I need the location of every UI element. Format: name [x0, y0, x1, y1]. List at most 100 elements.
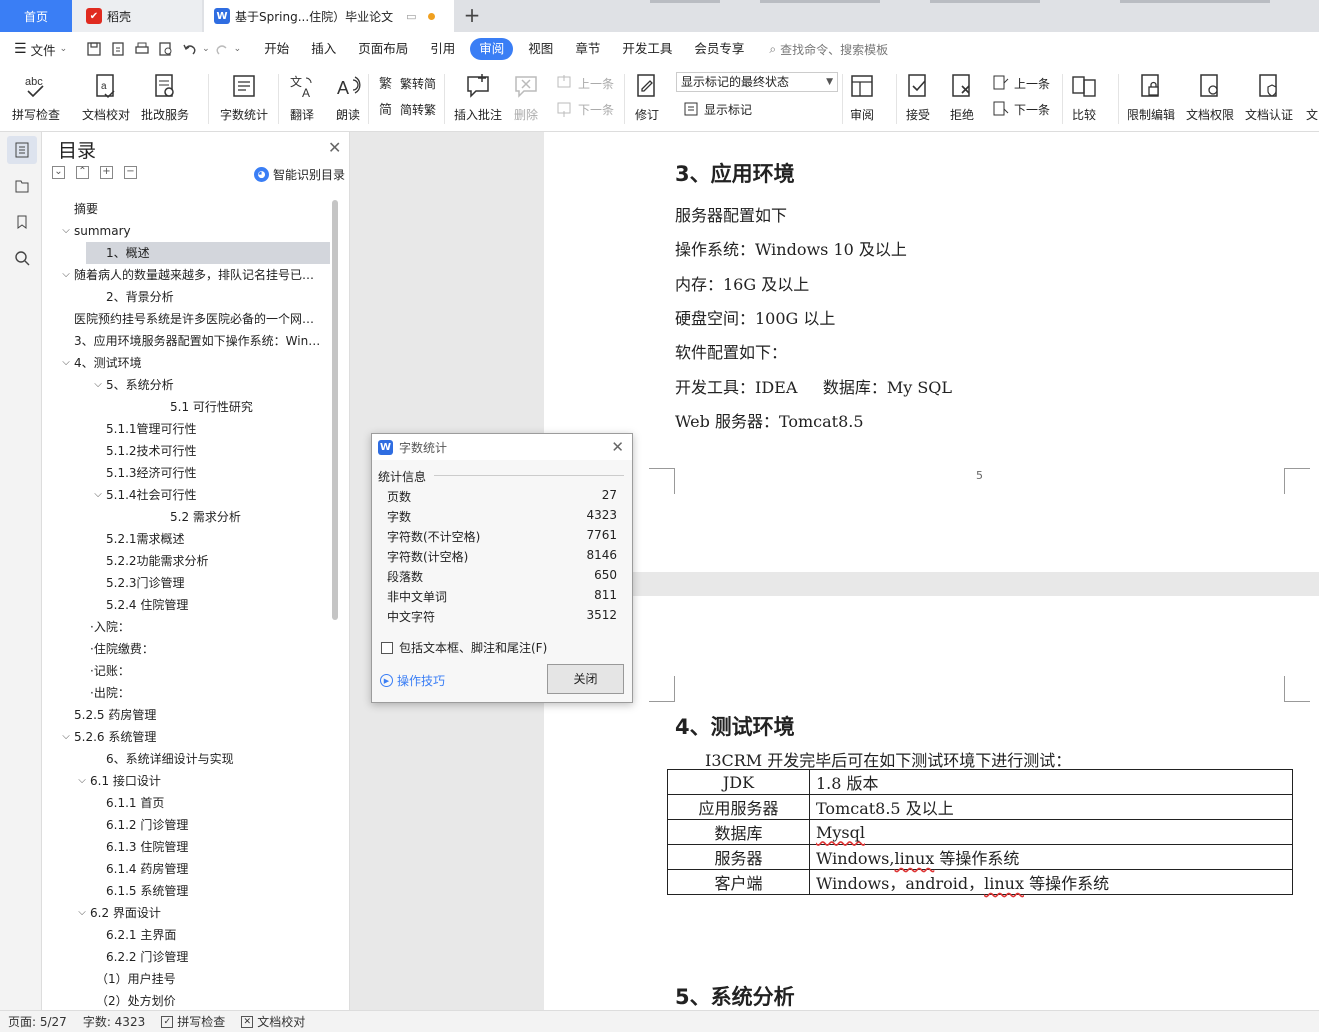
- ribbon-overflow[interactable]: 文: [1306, 72, 1319, 123]
- tab-docer[interactable]: ✔ 稻壳: [72, 0, 202, 32]
- add-heading-icon[interactable]: +: [100, 166, 113, 179]
- word-count-indicator[interactable]: 字数: 4323: [75, 1013, 153, 1030]
- doc-certify-button[interactable]: 文档认证: [1245, 72, 1293, 123]
- prev-change-button[interactable]: 上一条: [992, 74, 1050, 92]
- menu-insert[interactable]: 插入: [300, 38, 347, 60]
- toc-item[interactable]: 5.1 可行性研究: [42, 396, 330, 418]
- table-cell[interactable]: JDK: [667, 769, 810, 795]
- table-cell[interactable]: 应用服务器: [667, 794, 810, 820]
- restrict-edit-button[interactable]: 限制编辑: [1127, 72, 1175, 123]
- toc-item[interactable]: ·住院缴费：: [42, 638, 330, 660]
- expand-up-icon[interactable]: ⌃: [76, 166, 89, 179]
- toc-item[interactable]: 6、系统详细设计与实现: [42, 748, 330, 770]
- page-indicator[interactable]: 页面: 5/27: [0, 1013, 75, 1030]
- toc-item[interactable]: 6.1.3 住院管理: [42, 836, 330, 858]
- print-icon[interactable]: [133, 40, 151, 58]
- toc-item[interactable]: ⌵随着病人的数量越来越多，排队记名挂号已经不能满足医院的工作需要…: [42, 264, 330, 286]
- chevron-down-icon[interactable]: ⌵: [60, 264, 72, 286]
- markup-state-select[interactable]: 显示标记的最终状态 ▼: [676, 72, 838, 92]
- table-cell[interactable]: 数据库: [667, 819, 810, 845]
- toc-item[interactable]: 1、概述: [86, 242, 330, 264]
- toc-item[interactable]: 6.1.2 门诊管理: [42, 814, 330, 836]
- chevron-down-icon[interactable]: ⌵: [60, 352, 72, 374]
- menu-member[interactable]: 会员专享: [683, 38, 755, 60]
- track-changes-button[interactable]: 修订: [633, 72, 661, 123]
- dialog-titlebar[interactable]: W 字数统计: [372, 434, 632, 460]
- customize-quickbar-icon[interactable]: ⌄: [234, 44, 242, 54]
- table-cell[interactable]: Tomcat8.5 及以上: [809, 794, 1293, 820]
- next-comment-button[interactable]: 下一条: [556, 100, 614, 118]
- table-cell[interactable]: Windows，android，linux 等操作系统: [809, 869, 1293, 895]
- close-icon[interactable]: ✕: [611, 438, 624, 456]
- toc-item[interactable]: 6.2.2 门诊管理: [42, 946, 330, 968]
- doc-proofread-button[interactable]: a 文档校对: [82, 72, 130, 123]
- save-icon[interactable]: [85, 40, 103, 58]
- table-cell[interactable]: 客户端: [667, 869, 810, 895]
- toc-item[interactable]: ⌵ 4、测试环境: [42, 352, 330, 374]
- toc-item[interactable]: （1）用户挂号: [42, 968, 330, 990]
- tablet-icon[interactable]: ▭: [406, 10, 416, 23]
- toc-item[interactable]: ·出院：: [42, 682, 330, 704]
- toc-item[interactable]: 5.2.5 药房管理: [42, 704, 330, 726]
- table-cell[interactable]: Windows,linux 等操作系统: [809, 844, 1293, 870]
- undo-icon[interactable]: [181, 40, 199, 58]
- toc-item[interactable]: ⌵ 5.1.4社会可行性: [42, 484, 330, 506]
- show-markup-button[interactable]: 显示标记: [682, 100, 752, 118]
- toc-item[interactable]: ⌵ 6.1 接口设计: [42, 770, 330, 792]
- document-page[interactable]: 4、测试环境 I3CRM 开发完毕后可在如下测试环境下进行测试： JDK 1.8 …: [544, 596, 1319, 1010]
- toc-item[interactable]: 6.1.4 药房管理: [42, 858, 330, 880]
- toc-item[interactable]: 6.1.1 首页: [42, 792, 330, 814]
- close-button[interactable]: 关闭: [547, 664, 624, 694]
- chevron-down-icon[interactable]: ⌵: [92, 374, 104, 396]
- undo-dropdown-icon[interactable]: ⌄: [202, 44, 210, 54]
- chevron-down-icon[interactable]: ⌵: [60, 726, 72, 748]
- menu-references[interactable]: 引用: [419, 38, 466, 60]
- menu-start[interactable]: 开始: [253, 38, 300, 60]
- translate-button[interactable]: 文A 翻译: [288, 72, 316, 123]
- toc-item[interactable]: 摘要: [42, 198, 330, 220]
- toc-item[interactable]: ⌵ 6.2 界面设计: [42, 902, 330, 924]
- tab-document[interactable]: W 基于Spring...住院）毕业论文 ▭: [204, 0, 454, 32]
- toc-item[interactable]: 2、背景分析: [42, 286, 330, 308]
- word-count-button[interactable]: 字数统计: [220, 72, 268, 123]
- command-search[interactable]: ⌕ 查找命令、搜索模板: [755, 41, 888, 58]
- accept-button[interactable]: 接受: [904, 72, 932, 123]
- checkbox-box[interactable]: [381, 641, 393, 654]
- toc-item[interactable]: 5.1.3经济可行性: [42, 462, 330, 484]
- document-page[interactable]: 3、应用环境 服务器配置如下 操作系统：Windows 10 及以上 内存：16…: [544, 132, 1319, 572]
- reject-button[interactable]: 拒绝: [948, 72, 976, 123]
- export-pdf-icon[interactable]: [109, 40, 127, 58]
- toc-item[interactable]: 5.2.1需求概述: [42, 528, 330, 550]
- smart-toc-button[interactable]: ◕ 智能识别目录: [254, 166, 345, 183]
- table-cell[interactable]: 服务器: [667, 844, 810, 870]
- proofread-toggle[interactable]: ✕ 文档校对: [233, 1013, 313, 1030]
- toc-item[interactable]: 5.2.4 住院管理: [42, 594, 330, 616]
- chevron-down-icon[interactable]: ⌵: [92, 484, 104, 506]
- new-tab-button[interactable]: +: [460, 3, 484, 27]
- include-textbox-checkbox[interactable]: 包括文本框、脚注和尾注(F): [381, 639, 547, 656]
- batch-service-button[interactable]: 批改服务: [141, 72, 189, 123]
- toc-item[interactable]: 5.2.2功能需求分析: [42, 550, 330, 572]
- table-cell[interactable]: Mysql: [809, 819, 1293, 845]
- spell-check-button[interactable]: abc 拼写检查: [12, 72, 60, 123]
- prev-comment-button[interactable]: 上一条: [556, 74, 614, 92]
- spell-flagged-word[interactable]: linux: [984, 874, 1024, 893]
- close-icon[interactable]: ✕: [328, 138, 341, 157]
- menu-review[interactable]: 审阅: [470, 38, 514, 60]
- redo-icon[interactable]: [213, 40, 231, 58]
- to-traditional-button[interactable]: 繁 繁转简: [378, 74, 436, 92]
- toc-item[interactable]: 5.1.2技术可行性: [42, 440, 330, 462]
- next-change-button[interactable]: 下一条: [992, 100, 1050, 118]
- collapse-all-icon[interactable]: ⌄: [52, 166, 65, 179]
- chevron-down-icon[interactable]: ⌵: [76, 902, 88, 924]
- read-aloud-button[interactable]: A 朗读: [334, 72, 362, 123]
- menu-developer[interactable]: 开发工具: [611, 38, 683, 60]
- toc-item[interactable]: 医院预约挂号系统是许多医院必备的一个网上预约挂号平台…: [42, 308, 330, 330]
- spell-flagged-word[interactable]: Mysql: [816, 823, 865, 842]
- remove-heading-icon[interactable]: −: [124, 166, 137, 179]
- toc-item[interactable]: ⌵ summary: [42, 220, 330, 242]
- toc-item[interactable]: ⌵ 5、系统分析: [42, 374, 330, 396]
- tab-home[interactable]: 首页: [0, 0, 72, 32]
- bookmark-pane-button[interactable]: [7, 208, 37, 236]
- find-pane-button[interactable]: [7, 244, 37, 272]
